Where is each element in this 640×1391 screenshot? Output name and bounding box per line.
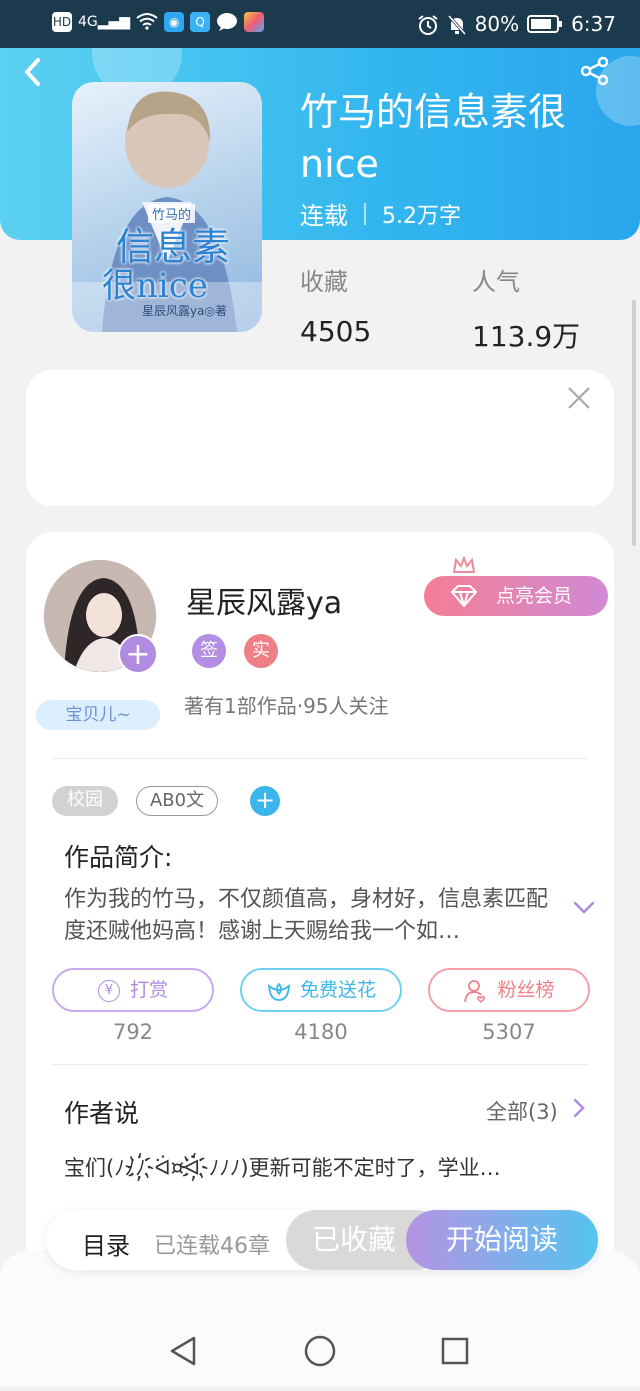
word-count: 5.2万字 bbox=[382, 203, 461, 229]
divider bbox=[52, 758, 588, 759]
send-flower-label: 免费送花 bbox=[299, 979, 376, 1001]
status-right: 80% 6:37 bbox=[417, 12, 616, 36]
flower-icon bbox=[267, 982, 291, 1001]
meta-divider bbox=[364, 202, 366, 225]
yen-icon: ¥ bbox=[97, 979, 120, 1002]
intro-text: 作为我的竹马，不仅颜值高，身材好，信息素匹配度还贼他妈高！感谢上天赐给我一个如… bbox=[64, 887, 549, 944]
app-icon-3 bbox=[244, 12, 265, 32]
diamond-icon bbox=[450, 584, 478, 608]
popularity-label: 人气 bbox=[472, 268, 520, 296]
book-meta: 连载 5.2万字 bbox=[300, 196, 461, 231]
add-tag-button[interactable]: + bbox=[250, 786, 280, 816]
status-bar: HD 4G▂▄▆ ◉ Q 80% 6:37 bbox=[0, 0, 640, 48]
signal-label: 4G bbox=[78, 14, 98, 30]
fan-count: 5307 bbox=[482, 1020, 536, 1044]
author-says-all-button[interactable]: 全部(3) bbox=[486, 1096, 558, 1126]
flower-count: 4180 bbox=[294, 1020, 348, 1044]
tip-button[interactable]: ¥ 打赏 bbox=[52, 968, 214, 1012]
app-icon-2: Q bbox=[190, 12, 211, 32]
author-says-text[interactable]: 宝们(ﾉﾉﾉ҉ᐛ¤ᐛ҉ﾉﾉﾉ)更新可能不定时了，学业… bbox=[64, 1152, 501, 1182]
status-left-icons: HD 4G▂▄▆ ◉ Q bbox=[52, 12, 265, 32]
send-flower-button[interactable]: 免费送花 bbox=[240, 968, 402, 1012]
favorites-stat: 收藏 4505 bbox=[300, 262, 371, 348]
favorites-value: 4505 bbox=[300, 315, 372, 348]
hd-icon: HD bbox=[52, 12, 72, 32]
chevron-right-icon[interactable] bbox=[572, 1096, 586, 1126]
battery-icon bbox=[527, 14, 563, 34]
author-works-info: 著有1部作品·95人关注 bbox=[184, 694, 389, 718]
start-reading-button[interactable]: 开始阅读 bbox=[406, 1210, 598, 1270]
book-status: 连载 bbox=[300, 202, 348, 230]
fan-ranking-button[interactable]: 粉丝榜 bbox=[428, 968, 590, 1012]
expand-intro-button[interactable] bbox=[572, 898, 596, 918]
mute-bell-icon bbox=[447, 14, 467, 35]
chevron-down-icon bbox=[573, 901, 595, 914]
intro-heading: 作品简介: bbox=[64, 843, 173, 872]
divider bbox=[52, 1064, 588, 1065]
nav-recents-icon[interactable] bbox=[441, 1337, 469, 1365]
tip-count: 792 bbox=[112, 1020, 154, 1044]
close-icon bbox=[568, 387, 590, 409]
tag-campus[interactable]: 校园 bbox=[52, 786, 118, 816]
message-icon bbox=[216, 12, 238, 32]
ad-card[interactable] bbox=[26, 370, 614, 506]
book-title: 竹马的信息素很 nice bbox=[300, 86, 600, 190]
author-name[interactable]: 星辰风露ya bbox=[186, 578, 342, 622]
popularity-stat: 人气 113.9万 bbox=[472, 262, 580, 355]
verified-badge: 实 bbox=[244, 634, 278, 668]
author-nickname-tag: 宝贝儿~ bbox=[36, 700, 160, 730]
fan-user-icon bbox=[464, 979, 486, 1003]
nav-home-icon[interactable] bbox=[304, 1335, 336, 1367]
battery-percent: 80% bbox=[474, 12, 520, 36]
app-icon-1: ◉ bbox=[164, 12, 185, 32]
tip-label: 打赏 bbox=[129, 979, 168, 1001]
chapter-count[interactable]: 已连载46章 bbox=[154, 1228, 270, 1260]
book-title-line2: nice bbox=[300, 142, 379, 186]
share-button[interactable] bbox=[580, 56, 614, 90]
favorites-label: 收藏 bbox=[300, 268, 348, 296]
system-nav-bar bbox=[0, 1310, 640, 1387]
scrollbar[interactable] bbox=[632, 300, 636, 546]
back-button[interactable] bbox=[22, 56, 52, 90]
wifi-icon bbox=[136, 12, 158, 32]
alarm-icon bbox=[417, 14, 439, 35]
clock: 6:37 bbox=[571, 12, 616, 36]
book-cover[interactable]: 竹马的 信息素 很nice 星辰风露ya◎著 bbox=[72, 82, 262, 332]
close-ad-button[interactable] bbox=[564, 384, 594, 414]
fan-ranking-label: 粉丝榜 bbox=[497, 979, 555, 1001]
share-icon bbox=[580, 56, 609, 86]
tag-abo[interactable]: AB0文 bbox=[136, 786, 218, 816]
catalog-button[interactable]: 目录 bbox=[82, 1226, 130, 1261]
book-title-line1: 竹马的信息素很 bbox=[300, 90, 567, 134]
nav-back-icon[interactable] bbox=[170, 1336, 196, 1366]
cover-title-2: 很nice bbox=[102, 266, 208, 306]
vip-button-label: 点亮会员 bbox=[496, 585, 573, 607]
signal-icon: 4G▂▄▆ bbox=[78, 14, 131, 30]
popularity-value: 113.9万 bbox=[472, 320, 581, 353]
cover-author-line: 星辰风露ya◎著 bbox=[142, 304, 227, 318]
signed-badge: 签 bbox=[192, 634, 226, 668]
follow-author-button[interactable]: + bbox=[118, 634, 158, 674]
author-says-heading: 作者说 bbox=[64, 1099, 140, 1128]
